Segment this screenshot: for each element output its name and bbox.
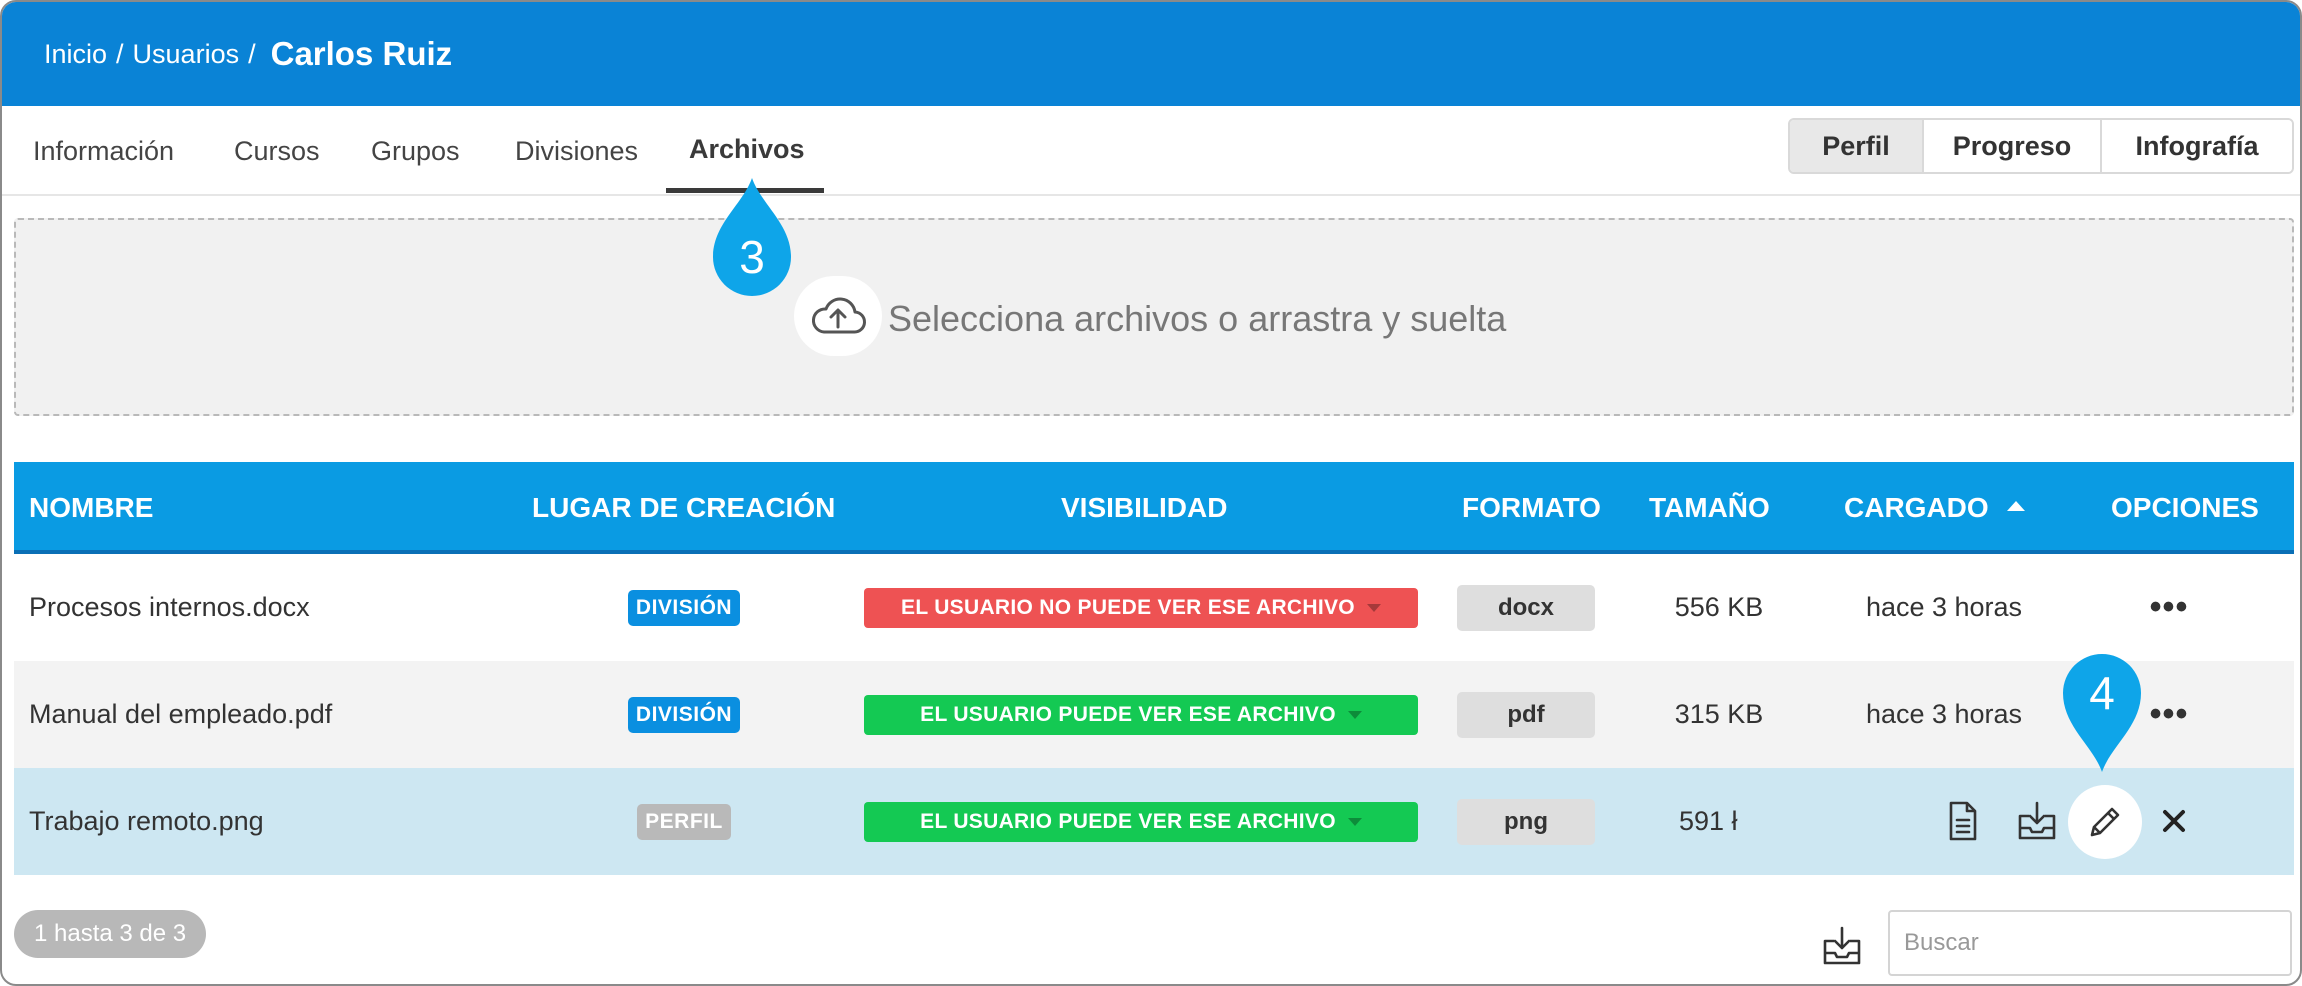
visibility-cell: EL USUARIO PUEDE VER ESE ARCHIVO: [864, 768, 1418, 875]
file-name[interactable]: Procesos internos.docx: [29, 554, 310, 661]
size-cell: 556 KB: [1674, 592, 1764, 622]
place-badge: PERFIL: [637, 803, 731, 840]
breadcrumb-separator: /: [116, 38, 124, 69]
more-options-icon[interactable]: •••: [2139, 661, 2199, 768]
sort-ascending-icon: [2006, 500, 2025, 511]
tab-divisiones[interactable]: Divisiones: [515, 136, 638, 167]
place-cell: DIVISIÓN: [594, 554, 774, 661]
column-header-uploaded[interactable]: CARGADO: [1844, 492, 2025, 524]
perfil-button[interactable]: Perfil: [1790, 120, 1924, 172]
visibility-label: EL USUARIO PUEDE VER ESE ARCHIVO: [920, 702, 1336, 726]
document-icon[interactable]: [1936, 794, 1990, 848]
tab-informacion[interactable]: Información: [33, 136, 174, 167]
step-marker-number: 4: [2089, 667, 2115, 719]
progreso-button[interactable]: Progreso: [1924, 120, 2102, 172]
uploaded-cell: hace 3 horas: [1865, 699, 2023, 729]
export-download-icon[interactable]: [1814, 918, 1870, 974]
breadcrumb-home[interactable]: Inicio: [44, 39, 107, 70]
breadcrumb: Inicio / Usuarios / Carlos Ruiz: [2, 2, 2300, 106]
uploaded-cell: hace 3 horas: [1865, 592, 2023, 622]
visibility-dropdown[interactable]: EL USUARIO PUEDE VER ESE ARCHIVO: [864, 694, 1418, 735]
format-cell: docx: [1457, 554, 1595, 661]
visibility-cell: EL USUARIO NO PUEDE VER ESE ARCHIVO: [864, 554, 1418, 661]
format-cell: pdf: [1457, 661, 1595, 768]
place-badge: DIVISIÓN: [627, 589, 741, 626]
visibility-cell: EL USUARIO PUEDE VER ESE ARCHIVO: [864, 661, 1418, 768]
place-cell: DIVISIÓN: [594, 661, 774, 768]
format-badge: pdf: [1457, 691, 1595, 738]
step-marker-number: 3: [739, 231, 765, 283]
column-header-size[interactable]: TAMAÑO: [1649, 492, 1770, 524]
column-header-uploaded-label: CARGADO: [1844, 492, 1989, 523]
column-header-name[interactable]: NOMBRE: [29, 492, 153, 524]
visibility-label: EL USUARIO PUEDE VER ESE ARCHIVO: [920, 809, 1336, 833]
chevron-down-icon: [1347, 710, 1362, 719]
dropzone-label: Selecciona archivos o arrastra y suelta: [888, 298, 1507, 339]
step-marker-3: 3: [713, 178, 791, 296]
table-row[interactable]: Trabajo remoto.png PERFIL EL USUARIO PUE…: [14, 768, 2294, 875]
format-badge: png: [1457, 798, 1595, 845]
column-header-visibility[interactable]: VISIBILIDAD: [1061, 492, 1227, 524]
visibility-label: EL USUARIO NO PUEDE VER ESE ARCHIVO: [901, 595, 1355, 619]
search-input[interactable]: [1888, 910, 2292, 976]
breadcrumb-separator: /: [248, 38, 256, 69]
file-dropzone[interactable]: Selecciona archivos o arrastra y suelta: [14, 218, 2294, 416]
table-row[interactable]: Manual del empleado.pdf DIVISIÓN EL USUA…: [14, 661, 2294, 768]
close-icon[interactable]: [2154, 801, 2194, 841]
column-header-place[interactable]: LUGAR DE CREACIÓN: [532, 492, 835, 524]
chevron-down-icon: [1366, 603, 1381, 612]
size-cell: 315 KB: [1674, 699, 1764, 729]
more-options-label: •••: [2149, 695, 2189, 733]
table-row[interactable]: Procesos internos.docx DIVISIÓN EL USUAR…: [14, 554, 2294, 661]
format-cell: png: [1457, 768, 1595, 875]
view-switch: Perfil Progreso Infografía: [1788, 118, 2294, 174]
tab-archivos[interactable]: Archivos: [689, 134, 805, 165]
more-options-label: •••: [2149, 588, 2189, 626]
download-icon[interactable]: [2010, 794, 2064, 848]
table-header: NOMBRE LUGAR DE CREACIÓN VISIBILIDAD FOR…: [14, 462, 2294, 554]
file-name[interactable]: Trabajo remoto.png: [29, 768, 264, 875]
page-title: Carlos Ruiz: [270, 35, 453, 72]
breadcrumb-users[interactable]: Usuarios: [133, 39, 240, 70]
pencil-icon[interactable]: [2068, 785, 2142, 859]
chevron-down-icon: [1347, 817, 1362, 826]
infografia-button[interactable]: Infografía: [2102, 120, 2292, 172]
format-badge: docx: [1457, 584, 1595, 631]
column-header-options: OPCIONES: [2111, 492, 2259, 523]
more-options-icon[interactable]: •••: [2139, 554, 2199, 661]
place-badge: DIVISIÓN: [627, 696, 741, 733]
visibility-dropdown[interactable]: EL USUARIO NO PUEDE VER ESE ARCHIVO: [864, 587, 1418, 628]
cloud-upload-icon: [794, 276, 882, 356]
tab-cursos[interactable]: Cursos: [234, 136, 320, 167]
place-cell: PERFIL: [594, 768, 774, 875]
pagination-info: 1 hasta 3 de 3: [14, 910, 207, 958]
column-header-format[interactable]: FORMATO: [1462, 492, 1601, 524]
app-window: Inicio / Usuarios / Carlos Ruiz Informac…: [0, 0, 2302, 986]
visibility-dropdown[interactable]: EL USUARIO PUEDE VER ESE ARCHIVO: [864, 801, 1418, 842]
file-name[interactable]: Manual del empleado.pdf: [29, 661, 332, 768]
size-cell: 591 ł: [1679, 806, 1738, 836]
tab-grupos[interactable]: Grupos: [371, 136, 460, 167]
